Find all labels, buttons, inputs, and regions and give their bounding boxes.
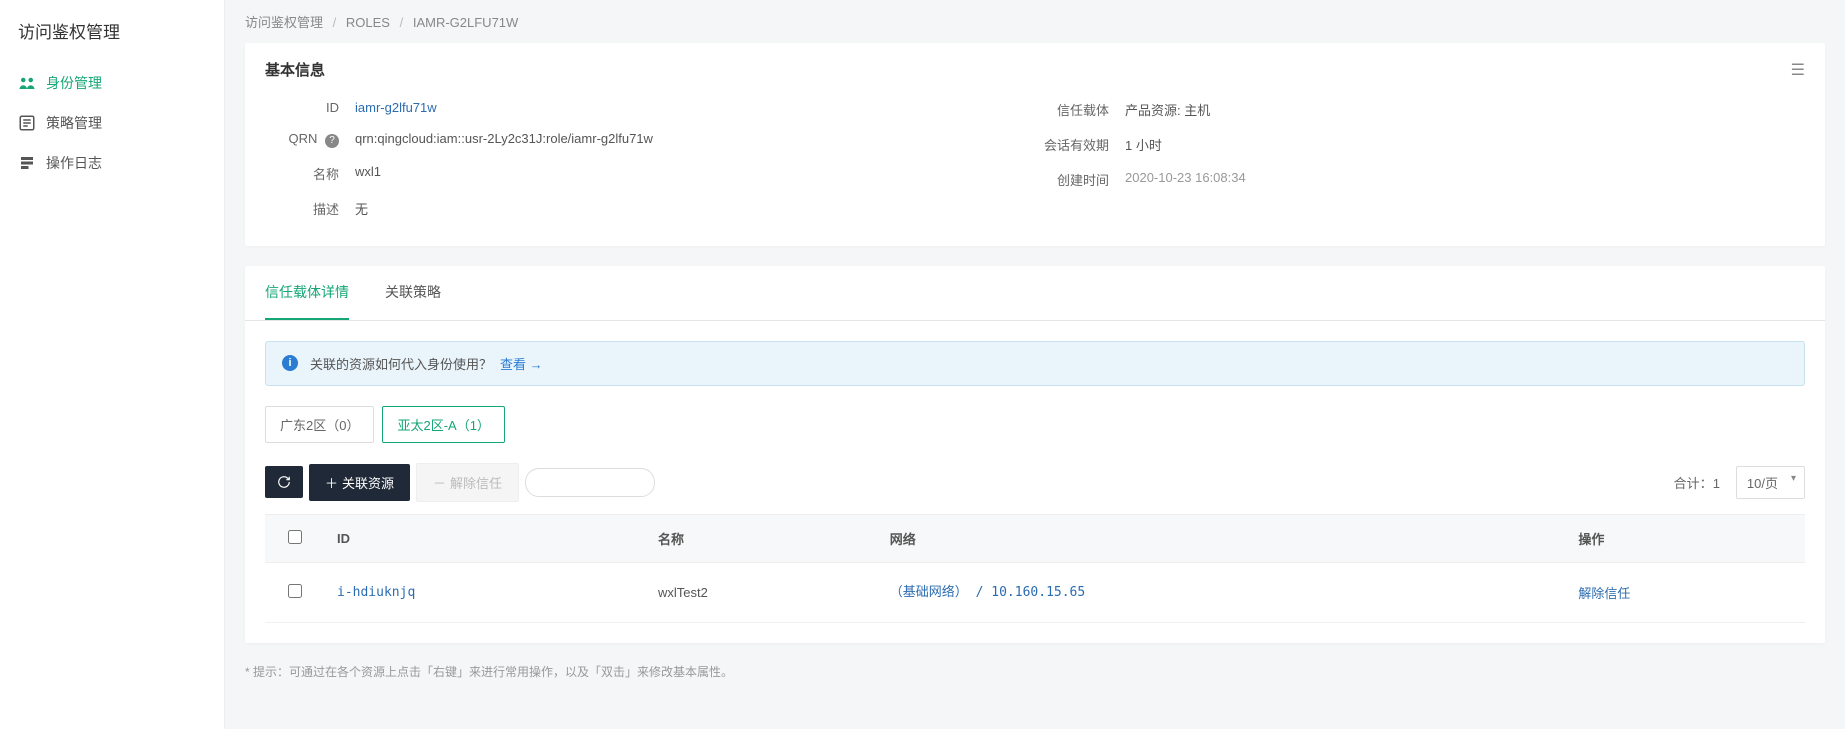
remove-trust-action[interactable]: 解除信任 (1578, 586, 1630, 601)
resource-table: ID 名称 网络 操作 i-hdiuknjq wxlTest2 （基础网络） /… (265, 514, 1805, 624)
detail-tabs: 信任载体详情 关联策略 (245, 266, 1825, 321)
id-value[interactable]: iamr-g2lfu71w (355, 100, 437, 115)
col-network: 网络 (878, 514, 1567, 562)
tab-associated-policy[interactable]: 关联策略 (385, 266, 441, 320)
breadcrumb-sep: / (400, 15, 404, 30)
desc-label: 描述 (265, 199, 355, 218)
remove-trust-button: － 解除信任 (416, 463, 519, 502)
id-label: ID (265, 100, 355, 115)
search-input[interactable] (525, 468, 655, 497)
total-label: 合计：1 (1674, 473, 1720, 492)
name-value: wxl1 (355, 164, 381, 183)
info-notice: i 关联的资源如何代入身份使用？ 查看 → (265, 341, 1805, 386)
sidebar-item-label: 身份管理 (46, 73, 102, 93)
region-tabs: 广东2区（0） 亚太2区-A（1） (265, 406, 1805, 443)
tab-trust-detail[interactable]: 信任载体详情 (265, 266, 349, 320)
associate-resource-button[interactable]: ＋ 关联资源 (309, 464, 410, 501)
identity-icon (18, 74, 36, 92)
col-name: 名称 (646, 514, 878, 562)
session-label: 会话有效期 (1035, 135, 1125, 154)
toolbar: ＋ 关联资源 － 解除信任 合计：1 10/页 (265, 463, 1805, 502)
notice-link[interactable]: 查看 → (500, 354, 543, 373)
breadcrumb-sep: / (333, 15, 337, 30)
refresh-icon (277, 475, 291, 489)
created-label: 创建时间 (1035, 170, 1125, 189)
plus-icon: ＋ (325, 473, 338, 492)
bottom-hint: * 提示：可通过在各个资源上点击「右键」来进行常用操作，以及「双击」来修改基本属… (245, 663, 1825, 680)
resource-id[interactable]: i-hdiuknjq (337, 585, 415, 600)
sidebar-item-label: 策略管理 (46, 113, 102, 133)
log-icon (18, 154, 36, 172)
breadcrumb-item[interactable]: 访问鉴权管理 (245, 15, 323, 30)
sidebar-item-policy[interactable]: 策略管理 (0, 103, 224, 143)
breadcrumb-item: IAMR-G2LFU71W (413, 15, 518, 30)
page-size-select[interactable]: 10/页 (1736, 466, 1805, 499)
row-checkbox[interactable] (288, 584, 302, 598)
sidebar-item-label: 操作日志 (46, 153, 102, 173)
detail-card: 信任载体详情 关联策略 i 关联的资源如何代入身份使用？ 查看 → 广东2区（0… (245, 266, 1825, 644)
region-tab-ap2a[interactable]: 亚太2区-A（1） (382, 406, 504, 443)
trust-label: 信任载体 (1035, 100, 1125, 119)
main-content: 访问鉴权管理 / ROLES / IAMR-G2LFU71W 基本信息 ☰ ID… (225, 0, 1845, 729)
sidebar-item-log[interactable]: 操作日志 (0, 143, 224, 183)
card-menu-icon[interactable]: ☰ (1791, 60, 1805, 80)
breadcrumb: 访问鉴权管理 / ROLES / IAMR-G2LFU71W (225, 0, 1845, 43)
notice-text: 关联的资源如何代入身份使用？ (310, 354, 492, 373)
trust-value: 产品资源: 主机 (1125, 100, 1210, 119)
basic-info-title: 基本信息 (265, 59, 325, 80)
help-icon[interactable]: ? (325, 134, 339, 148)
region-tab-gd2[interactable]: 广东2区（0） (265, 406, 374, 443)
basic-info-card: 基本信息 ☰ ID iamr-g2lfu71w QRN ? qrn:qingcl… (245, 43, 1825, 246)
sidebar-title: 访问鉴权管理 (0, 18, 224, 63)
qrn-value: qrn:qingcloud:iam::usr-2Ly2c31J:role/iam… (355, 131, 653, 148)
desc-value: 无 (355, 199, 368, 218)
session-value: 1 小时 (1125, 135, 1162, 154)
policy-icon (18, 114, 36, 132)
col-checkbox (265, 514, 325, 562)
table-row[interactable]: i-hdiuknjq wxlTest2 （基础网络） / 10.160.15.6… (265, 562, 1805, 623)
col-id: ID (325, 514, 646, 562)
col-action: 操作 (1566, 514, 1805, 562)
created-value: 2020-10-23 16:08:34 (1125, 170, 1246, 189)
resource-name: wxlTest2 (646, 562, 878, 623)
name-label: 名称 (265, 164, 355, 183)
qrn-label: QRN ? (265, 131, 355, 148)
breadcrumb-item[interactable]: ROLES (346, 15, 390, 30)
minus-icon: － (433, 473, 446, 492)
select-all-checkbox[interactable] (288, 530, 302, 544)
sidebar-item-identity[interactable]: 身份管理 (0, 63, 224, 103)
refresh-button[interactable] (265, 466, 303, 498)
sidebar: 访问鉴权管理 身份管理 策略管理 操作日志 (0, 0, 225, 729)
info-icon: i (282, 355, 298, 371)
resource-network[interactable]: （基础网络） / 10.160.15.65 (890, 585, 1085, 600)
